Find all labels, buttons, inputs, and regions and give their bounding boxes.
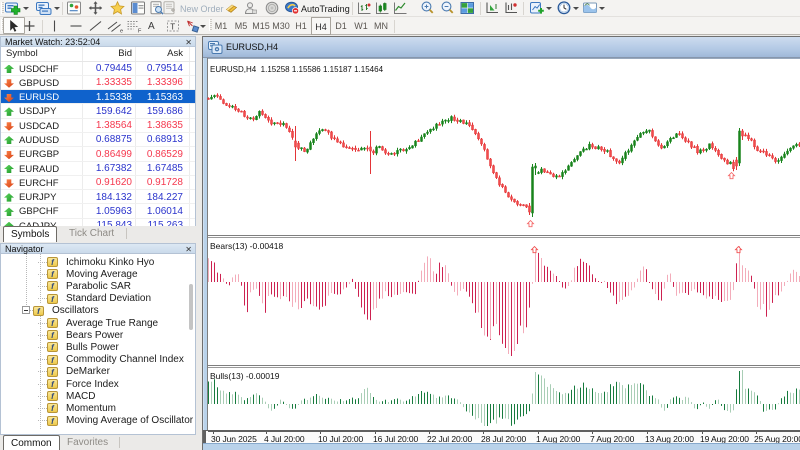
svg-text:T: T [170,23,175,32]
svg-text:e: e [120,29,123,35]
svg-text:F: F [138,29,142,35]
